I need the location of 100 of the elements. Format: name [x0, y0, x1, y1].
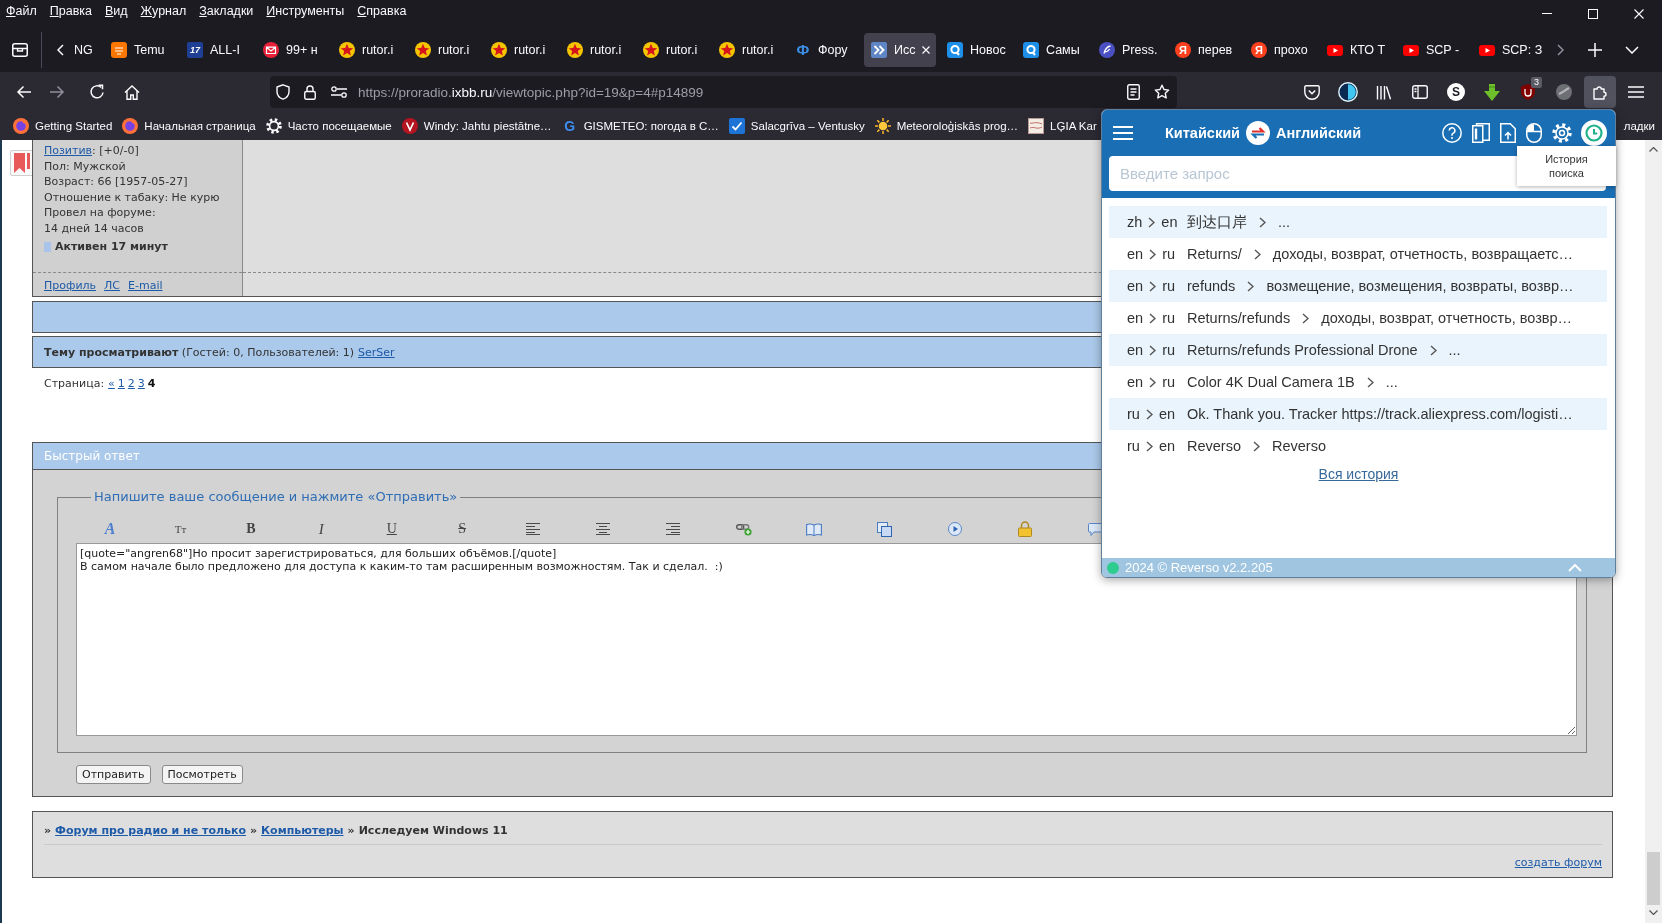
shield-logo-icon[interactable] [1521, 84, 1535, 100]
menu-item[interactable]: Закладки [199, 3, 254, 19]
browser-tab[interactable]: Press. [1090, 33, 1166, 67]
menu-icon[interactable] [1113, 126, 1133, 140]
browser-tab[interactable]: NG [74, 33, 102, 67]
help-icon[interactable] [1442, 123, 1462, 143]
browser-tab[interactable]: rutor.i [710, 33, 786, 67]
submit-button[interactable]: Отправить [76, 765, 151, 784]
windows-icon[interactable] [877, 521, 892, 537]
sliders-icon[interactable] [331, 86, 347, 98]
home-icon[interactable] [124, 84, 140, 100]
swap-icon[interactable] [1246, 121, 1270, 145]
browser-tab[interactable]: Исс [864, 33, 936, 67]
star-icon[interactable] [1154, 84, 1170, 100]
history-row[interactable]: en ru refunds возмещение, возмещения, возвраты, возвр… [1109, 270, 1607, 302]
browser-tab[interactable]: Самы [1014, 33, 1090, 67]
circle-icon[interactable] [1556, 84, 1572, 100]
menu-item[interactable]: Инструменты [266, 3, 345, 19]
page-link[interactable]: « [108, 377, 115, 390]
history-row[interactable]: en ru Returns/refunds Professional Drone ... [1109, 334, 1607, 366]
scroll-down-icon[interactable] [1649, 910, 1658, 915]
puzzle-icon[interactable] [1592, 84, 1608, 100]
menu-item[interactable]: Вид [105, 3, 128, 19]
menu-item[interactable]: Справка [357, 3, 407, 19]
browser-tab[interactable]: rutor.i [634, 33, 710, 67]
browser-tab[interactable]: rutor.i [558, 33, 634, 67]
browser-tab[interactable]: Temu [102, 33, 178, 67]
chevron-left-icon[interactable] [57, 44, 64, 56]
create-forum-link[interactable]: создать форум [1514, 856, 1602, 869]
back-arrow-icon[interactable] [16, 85, 32, 99]
history-icon[interactable] [1581, 120, 1607, 146]
breadcrumb-link[interactable]: Компьютеры [261, 823, 344, 838]
mouse-icon[interactable] [1526, 123, 1542, 143]
browser-tab[interactable]: КТО Т [1318, 33, 1394, 67]
close-icon[interactable] [922, 46, 931, 54]
book-icon[interactable] [806, 522, 823, 536]
bookmark-item[interactable]: LĢIA Kar [1028, 118, 1097, 134]
breadcrumb-link[interactable]: Форум про радио и не только [55, 823, 246, 838]
browser-tab[interactable]: rutor.i [330, 33, 406, 67]
browser-tab[interactable]: Новос [938, 33, 1014, 67]
book-icon[interactable] [1472, 123, 1490, 143]
menu-item[interactable]: Файл [6, 3, 37, 19]
extensions-button[interactable] [1584, 76, 1616, 108]
history-row[interactable]: ru en Ok. Thank you. Tracker https://track.aliexpress.com/logisti… [1109, 398, 1607, 430]
browser-tab[interactable]: SCP: З [1470, 33, 1546, 67]
chevron-right-icon[interactable] [1557, 44, 1564, 56]
bookmark-item[interactable]: G GISMETEO: погода в С… [561, 118, 719, 134]
shield-chevron-icon[interactable] [1304, 84, 1320, 100]
lock-icon[interactable] [304, 84, 316, 100]
browser-tab[interactable]: 17 ALL-I [178, 33, 254, 67]
close-icon[interactable] [1634, 9, 1644, 19]
browser-tab[interactable]: rutor.i [406, 33, 482, 67]
underline-button[interactable]: U [386, 521, 397, 537]
letter-circle-icon[interactable]: S [1447, 83, 1465, 101]
author-link[interactable]: E-mail [128, 279, 163, 292]
preview-button[interactable]: Посмотреть [161, 765, 243, 784]
bookmark-icon[interactable] [10, 150, 34, 176]
address-bar[interactable]: https://proradio.ixbb.ru/viewtopic.php?id=19&p=4#p14899 [270, 76, 1177, 108]
bookmark-item[interactable]: Meteoroloģiskās prog… [874, 118, 1019, 134]
browser-tab[interactable]: Ф Фору [786, 33, 862, 67]
document-icon[interactable] [1127, 84, 1140, 100]
bookmark-item[interactable]: Начальная страница [122, 118, 256, 134]
page-link[interactable]: 1 [117, 377, 125, 390]
history-row[interactable]: zh en 到达口岸 ... [1109, 206, 1607, 238]
author-link[interactable]: ЛС [104, 279, 120, 292]
history-link[interactable]: Вся история [1318, 466, 1399, 482]
tray-icon[interactable] [12, 43, 28, 57]
page-link[interactable]: 3 [137, 377, 145, 390]
target-language[interactable]: Английский [1276, 125, 1362, 141]
align-center-icon[interactable] [595, 523, 610, 535]
strikethrough-button[interactable]: S [458, 521, 467, 537]
scroll-up-icon[interactable] [1649, 147, 1658, 152]
maximize-icon[interactable] [1588, 9, 1598, 19]
bookmark-item[interactable]: Getting Started [13, 118, 113, 134]
browser-tab[interactable]: Я прохо [1242, 33, 1318, 67]
browser-tab[interactable]: Я перев [1166, 33, 1242, 67]
plus-icon[interactable] [1588, 43, 1602, 57]
menu-item[interactable]: Журнал [140, 3, 187, 19]
browser-tab[interactable]: SCP - [1394, 33, 1470, 67]
sidebar-icon[interactable] [1412, 85, 1428, 99]
font-size-button[interactable]: Tт [174, 521, 187, 537]
menu-item[interactable]: Правка [49, 3, 92, 19]
file-upload-icon[interactable] [1500, 123, 1516, 143]
chevron-down-icon[interactable] [1625, 46, 1639, 54]
link-icon[interactable] [735, 522, 752, 536]
settings-icon[interactable] [1552, 123, 1572, 143]
menu-icon[interactable] [1628, 86, 1644, 98]
download-arrow-icon[interactable] [1484, 83, 1500, 101]
reload-icon[interactable] [89, 84, 105, 100]
bookmark-item[interactable]: Часто посещаемые [265, 118, 392, 134]
align-left-icon[interactable] [525, 523, 540, 535]
page-link[interactable]: 2 [127, 377, 135, 390]
browser-tab[interactable]: 99+ н [254, 33, 330, 67]
align-right-icon[interactable] [666, 523, 681, 535]
source-language[interactable]: Китайский [1165, 125, 1240, 141]
bookmark-item[interactable]: Salacgrīva – Ventusky [728, 118, 865, 134]
author-link[interactable]: Профиль [44, 279, 97, 292]
half-circle-icon[interactable] [1338, 82, 1358, 102]
scrollbar-thumb[interactable] [1647, 852, 1660, 905]
browser-tab[interactable]: rutor.i [482, 33, 558, 67]
